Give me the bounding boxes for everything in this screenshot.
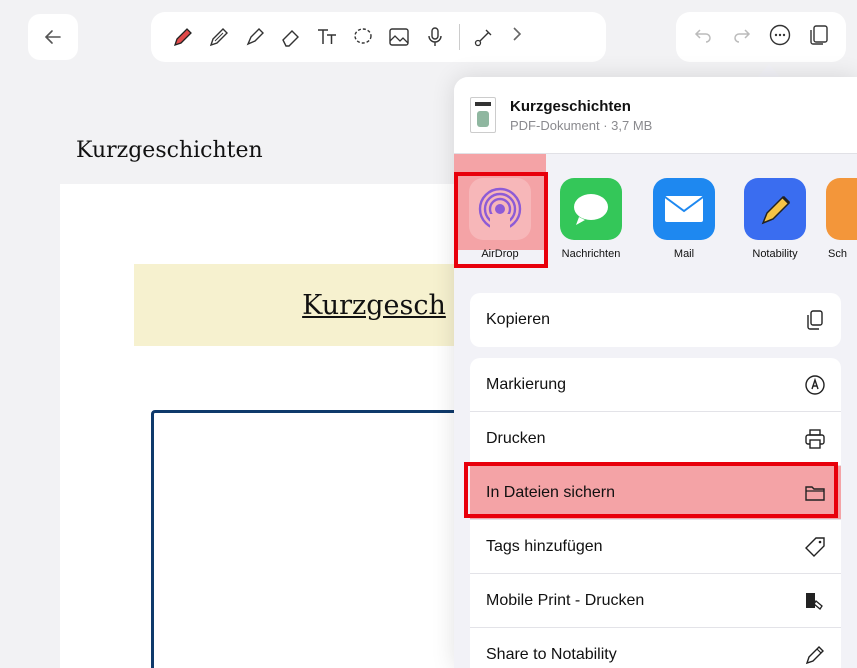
image-icon <box>389 28 409 46</box>
file-meta: PDF-Dokument · 3,7 MB <box>510 117 653 133</box>
notability-icon <box>744 178 806 240</box>
lasso-tool[interactable] <box>345 17 381 57</box>
file-thumbnail <box>470 97 496 133</box>
link-tool-icon <box>474 29 492 47</box>
redo-button[interactable] <box>730 23 754 52</box>
action-markup[interactable]: Markierung <box>470 358 841 412</box>
messages-icon <box>560 178 622 240</box>
action-label: Share to Notability <box>486 646 617 663</box>
text-icon <box>318 29 336 44</box>
document-title: Kurzgeschichten <box>76 138 263 163</box>
more-icon <box>770 24 791 45</box>
app-partial-icon <box>826 178 857 240</box>
microphone-icon <box>428 27 442 46</box>
arrow-left-icon <box>44 30 61 44</box>
back-button[interactable] <box>28 14 78 60</box>
copy-icon <box>807 310 823 330</box>
action-copy[interactable]: Kopieren <box>470 293 841 347</box>
more-button[interactable] <box>768 23 792 52</box>
audio-tool[interactable] <box>417 17 453 57</box>
banner-heading: Kurzgesch <box>302 289 446 321</box>
app-label: Notability <box>752 248 798 260</box>
highlighter-tool[interactable] <box>237 17 273 57</box>
app-partial[interactable]: Sch <box>816 178 857 260</box>
pages-icon <box>810 24 828 45</box>
action-label: Tags hinzufügen <box>486 537 603 555</box>
app-messages[interactable]: Nachrichten <box>551 178 631 260</box>
pencil-icon <box>209 28 228 47</box>
app-notability[interactable]: Notability <box>735 178 815 260</box>
undo-button[interactable] <box>691 23 715 52</box>
text-tool[interactable] <box>309 17 345 57</box>
markup-icon <box>805 374 825 395</box>
lasso-icon <box>354 28 372 44</box>
share-sheet: Kurzgeschichten PDF-Dokument · 3,7 MB Ai… <box>454 77 857 668</box>
toolbar-divider <box>459 24 460 50</box>
mail-icon <box>653 178 715 240</box>
pages-button[interactable] <box>807 23 831 52</box>
drawing-toolbar <box>151 12 606 62</box>
action-label: Kopieren <box>486 311 551 328</box>
image-tool[interactable] <box>381 17 417 57</box>
popover-arrow <box>757 64 781 78</box>
app-label: Nachrichten <box>561 248 621 260</box>
page-image-frame <box>151 410 471 668</box>
chevron-right-icon <box>513 27 522 41</box>
more-tools-button[interactable] <box>510 24 524 50</box>
share-header: Kurzgeschichten PDF-Dokument · 3,7 MB <box>454 77 857 154</box>
pen-red-icon <box>173 28 192 47</box>
action-add-tags[interactable]: Tags hinzufügen <box>470 520 841 574</box>
action-label: Markierung <box>486 375 567 393</box>
redo-icon <box>734 28 750 43</box>
highlight-box-airdrop <box>454 172 548 268</box>
eraser-tool[interactable] <box>273 17 309 57</box>
action-label: Mobile Print - Drucken <box>486 591 645 609</box>
app-label: Mail <box>673 248 695 260</box>
app-label: Sch <box>828 248 847 260</box>
undo-icon <box>695 28 711 43</box>
highlight-box-save-files <box>464 462 838 518</box>
file-name: Kurzgeschichten <box>510 97 631 115</box>
notability-pencil-icon <box>805 646 824 665</box>
highlighter-icon <box>246 28 264 46</box>
action-group-copy: Kopieren <box>470 293 841 347</box>
action-mobile-print[interactable]: Mobile Print - Drucken <box>470 574 841 628</box>
tag-icon <box>805 536 825 557</box>
mobile-print-icon <box>806 592 823 610</box>
action-print[interactable]: Drucken <box>470 412 841 466</box>
action-share-notability[interactable]: Share to Notability <box>470 628 841 668</box>
app-mail[interactable]: Mail <box>644 178 724 260</box>
eraser-icon <box>282 30 299 47</box>
pen-tool[interactable] <box>165 17 201 57</box>
pencil-tool[interactable] <box>201 17 237 57</box>
printer-icon <box>805 428 825 449</box>
link-tool[interactable] <box>466 17 502 57</box>
action-label: Drucken <box>486 429 546 447</box>
page-banner: Kurzgesch <box>134 264 474 346</box>
right-toolbar <box>676 12 846 62</box>
